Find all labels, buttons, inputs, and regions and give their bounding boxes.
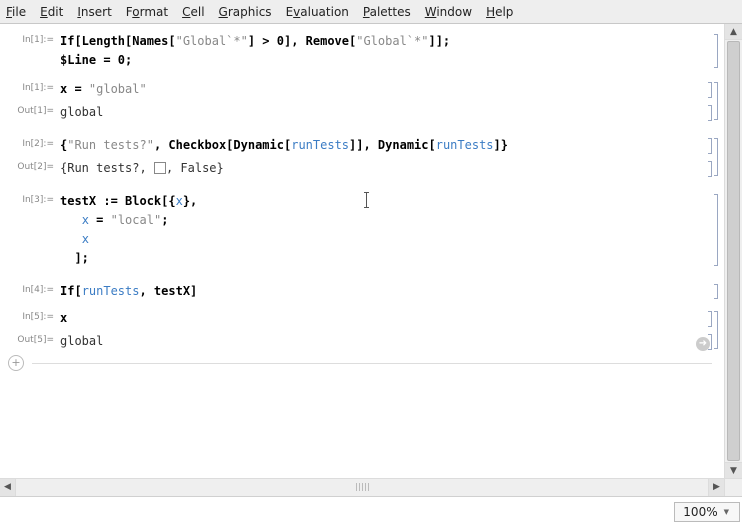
symbol: x bbox=[176, 194, 183, 208]
menu-insert[interactable]: Insert bbox=[77, 5, 111, 19]
cell-label: In[1]:= bbox=[4, 32, 60, 45]
text-cursor-icon bbox=[366, 192, 367, 208]
cell-label: Out[5]= bbox=[4, 332, 60, 345]
notebook-content[interactable]: In[1]:= If[Length[Names["Global`*"] > 0]… bbox=[0, 24, 724, 478]
output-text: False bbox=[180, 161, 216, 175]
code: ] > 0], Remove[ bbox=[248, 34, 356, 48]
statusbar: 100% ▼ bbox=[0, 496, 742, 526]
cell-in2[interactable]: In[2]:= {"Run tests?", Checkbox[Dynamic[… bbox=[4, 136, 720, 155]
menu-evaluation[interactable]: Evaluation bbox=[286, 5, 349, 19]
code: ]; bbox=[74, 251, 88, 265]
output-text: , bbox=[166, 161, 180, 175]
menu-edit[interactable]: Edit bbox=[40, 5, 63, 19]
code: x bbox=[60, 311, 67, 325]
string: "Run tests?" bbox=[67, 138, 154, 152]
string: "global" bbox=[89, 82, 147, 96]
cell-label: In[3]:= bbox=[4, 192, 60, 205]
code: = bbox=[89, 213, 111, 227]
window-resize-grip-icon[interactable] bbox=[350, 483, 374, 491]
output-text: global bbox=[60, 105, 103, 119]
menu-window[interactable]: Window bbox=[425, 5, 472, 19]
cell-in4[interactable]: In[4]:= If[runTests, testX] bbox=[4, 282, 720, 301]
code: testX := Block[{ bbox=[60, 194, 176, 208]
vertical-scrollbar[interactable]: ▲ ▼ bbox=[724, 24, 742, 478]
horizontal-scrollbar[interactable]: ◀ ▶ bbox=[0, 478, 724, 496]
menu-cell[interactable]: Cell bbox=[182, 5, 204, 19]
cell-body[interactable]: {"Run tests?", Checkbox[Dynamic[runTests… bbox=[60, 136, 720, 155]
output-text: , bbox=[139, 161, 153, 175]
zoom-selector[interactable]: 100% ▼ bbox=[674, 502, 740, 522]
output-text: global bbox=[60, 334, 103, 348]
cell-bracket[interactable] bbox=[714, 34, 718, 68]
code: If[ bbox=[60, 284, 82, 298]
cell-bracket[interactable] bbox=[714, 82, 718, 120]
cell-in1a[interactable]: In[1]:= If[Length[Names["Global`*"] > 0]… bbox=[4, 32, 720, 70]
cell-label: In[4]:= bbox=[4, 282, 60, 295]
cell-body[interactable]: If[Length[Names["Global`*"] > 0], Remove… bbox=[60, 32, 720, 70]
cell-out1[interactable]: Out[1]= global bbox=[4, 103, 720, 122]
zoom-value: 100% bbox=[683, 505, 717, 519]
cell-bracket[interactable] bbox=[714, 194, 718, 266]
symbol: runTests bbox=[82, 284, 140, 298]
add-cell-button[interactable]: + bbox=[8, 355, 24, 371]
cell-body: global bbox=[60, 332, 720, 351]
cell-out2[interactable]: Out[2]= {Run tests?, , False} bbox=[4, 159, 720, 178]
menu-graphics[interactable]: Graphics bbox=[219, 5, 272, 19]
code: ]} bbox=[494, 138, 508, 152]
code: $Line = 0; bbox=[60, 53, 132, 67]
cell-in3[interactable]: In[3]:= testX := Block[{x}, x = "local";… bbox=[4, 192, 720, 268]
code: If[Length[Names[ bbox=[60, 34, 176, 48]
cell-label: Out[1]= bbox=[4, 103, 60, 116]
string: "Global`*" bbox=[176, 34, 248, 48]
scroll-left-icon[interactable]: ◀ bbox=[0, 479, 16, 496]
chevron-down-icon: ▼ bbox=[724, 508, 729, 516]
cell-label: In[1]:= bbox=[4, 80, 60, 93]
cell-out5[interactable]: Out[5]= global bbox=[4, 332, 720, 351]
insertion-bar[interactable] bbox=[32, 363, 712, 364]
code: , Checkbox[Dynamic[ bbox=[154, 138, 291, 152]
cell-label: Out[2]= bbox=[4, 159, 60, 172]
cell-body: global bbox=[60, 103, 720, 122]
cell-body[interactable]: x bbox=[60, 309, 720, 328]
cell-label: In[5]:= bbox=[4, 309, 60, 322]
symbol: runTests bbox=[436, 138, 494, 152]
output-text: Run tests? bbox=[67, 161, 139, 175]
scroll-right-icon[interactable]: ▶ bbox=[708, 479, 724, 496]
symbol: x bbox=[82, 213, 89, 227]
scroll-down-icon[interactable]: ▼ bbox=[725, 462, 742, 478]
code: ]], Dynamic[ bbox=[349, 138, 436, 152]
cell-in1b[interactable]: In[1]:= x = "global" bbox=[4, 80, 720, 99]
symbol: x bbox=[82, 232, 89, 246]
cell-body[interactable]: x = "global" bbox=[60, 80, 720, 99]
menu-format[interactable]: Format bbox=[126, 5, 168, 19]
evaluate-icon[interactable]: ➜ bbox=[696, 337, 710, 351]
scroll-up-icon[interactable]: ▲ bbox=[725, 24, 742, 40]
cell-bracket[interactable] bbox=[714, 284, 718, 299]
menu-palettes[interactable]: Palettes bbox=[363, 5, 411, 19]
cell-body[interactable]: testX := Block[{x}, x = "local"; x ]; bbox=[60, 192, 720, 268]
cell-body: {Run tests?, , False} bbox=[60, 159, 720, 178]
menu-help[interactable]: Help bbox=[486, 5, 513, 19]
checkbox[interactable] bbox=[154, 162, 166, 174]
string: "local" bbox=[111, 213, 162, 227]
symbol: runTests bbox=[291, 138, 349, 152]
string: "Global`*" bbox=[356, 34, 428, 48]
cell-bracket[interactable] bbox=[714, 311, 718, 349]
output-text: } bbox=[217, 161, 224, 175]
code: x = bbox=[60, 82, 89, 96]
code: }, bbox=[183, 194, 197, 208]
code: ]]; bbox=[428, 34, 450, 48]
menubar: File Edit Insert Format Cell Graphics Ev… bbox=[0, 0, 742, 24]
notebook-frame: In[1]:= If[Length[Names["Global`*"] > 0]… bbox=[0, 24, 742, 496]
code: , testX] bbox=[139, 284, 197, 298]
code: ; bbox=[161, 213, 168, 227]
scroll-thumb[interactable] bbox=[727, 41, 740, 461]
menu-file[interactable]: File bbox=[6, 5, 26, 19]
cell-in5[interactable]: In[5]:= x bbox=[4, 309, 720, 328]
cell-label: In[2]:= bbox=[4, 136, 60, 149]
cell-bracket[interactable] bbox=[714, 138, 718, 176]
scroll-corner bbox=[724, 478, 742, 496]
cell-body[interactable]: If[runTests, testX] bbox=[60, 282, 720, 301]
